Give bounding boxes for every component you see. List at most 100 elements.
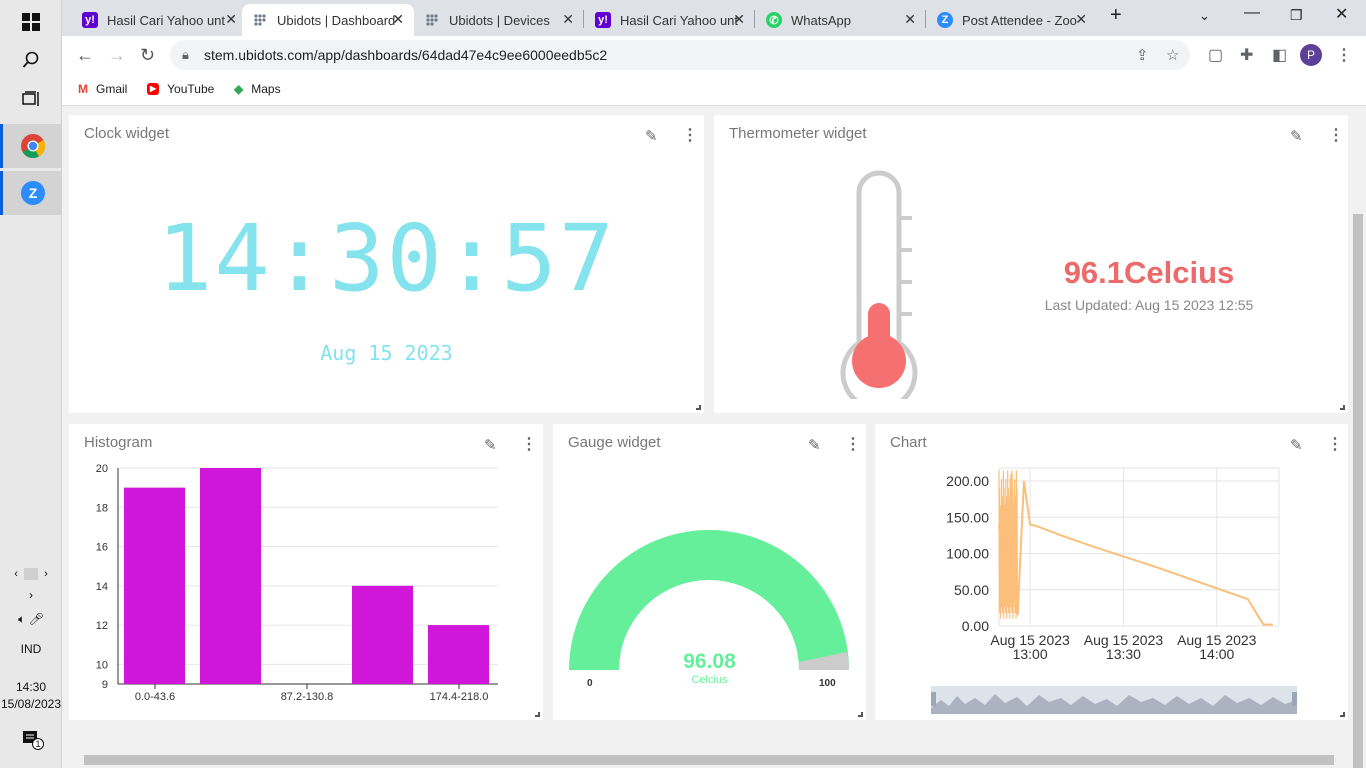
bookmark-youtube[interactable]: ▶ YouTube <box>147 82 214 96</box>
tab-title: Post Attendee - Zoo <box>962 12 1077 28</box>
close-icon[interactable]: ✕ <box>733 11 745 28</box>
histogram-widget[interactable]: Histogram ✎ ⋮ 9 10 12 14 16 18 20 0.0-43.6 87.2-… <box>69 424 543 720</box>
tab-whatsapp[interactable]: ✆ WhatsApp ✕ <box>756 4 926 36</box>
line-chart: 0.0050.00100.00150.00200.00Aug 15 202313… <box>946 467 1280 662</box>
resize-handle[interactable] <box>1340 712 1345 717</box>
y-tick-label: 20 <box>96 463 108 475</box>
bookmark-label: Gmail <box>96 82 128 96</box>
clock-time[interactable]: 14:30 <box>0 680 62 694</box>
bookmark-star-icon[interactable]: ☆ <box>1166 46 1179 64</box>
zoom-icon[interactable]: Z <box>0 171 62 215</box>
tab-separator <box>925 10 926 28</box>
clock-time-display: 14:30:57 <box>156 205 617 312</box>
vertical-scrollbar[interactable] <box>1350 106 1366 768</box>
chart-widget[interactable]: Chart ✎ ⋮ 0.00 50.00 100.00 150.00 200.00 Aug… <box>875 424 1348 720</box>
last-updated-text: Last Updated: Aug 15 2023 12:55 <box>1044 297 1254 313</box>
maps-icon: ◆ <box>234 82 244 96</box>
reload-icon[interactable]: ↻ <box>140 45 155 66</box>
profile-avatar[interactable]: P <box>1300 44 1322 66</box>
more-options-icon[interactable]: ⋮ <box>1328 125 1344 145</box>
window-close-icon[interactable]: ✕ <box>1335 4 1348 24</box>
forward-icon[interactable]: → <box>108 45 126 66</box>
resize-handle[interactable] <box>696 405 701 410</box>
tab-title: Hasil Cari Yahoo unt <box>107 12 226 28</box>
tab-yahoo-1[interactable]: y! Hasil Cari Yahoo unt ✕ <box>72 4 247 36</box>
gauge-value: 96.08 <box>683 650 736 673</box>
side-panel-icon[interactable]: ◧ <box>1272 45 1287 65</box>
close-icon[interactable]: ✕ <box>1075 11 1087 28</box>
histogram-bar <box>352 585 413 684</box>
y-tick-label: 100.00 <box>946 546 989 562</box>
resize-handle[interactable] <box>858 712 863 717</box>
clock-date-display: Aug 15 2023 <box>320 341 453 365</box>
bookmarks-bar: M Gmail ▶ YouTube ◆ Maps <box>62 74 1366 106</box>
tray-scroll-arrows[interactable]: ‹ › <box>0 568 62 581</box>
url-text[interactable]: stem.ubidots.com/app/dashboards/64dad47e… <box>204 47 607 63</box>
thermometer-widget[interactable]: Thermometer widget ✎ ⋮ 96.1Celcius Last … <box>714 115 1348 413</box>
ubidots-icon <box>424 12 440 28</box>
menu-kebab-icon[interactable]: ⋮ <box>1336 45 1352 65</box>
scrollbar-thumb[interactable] <box>84 755 1334 765</box>
tab-yahoo-2[interactable]: y! Hasil Cari Yahoo unt ✕ <box>585 4 755 36</box>
volume-icon[interactable]: 🔈︎ 🎤︎ <box>0 612 62 627</box>
close-icon[interactable]: ✕ <box>225 11 237 28</box>
extension-box-icon[interactable]: ▢ <box>1208 45 1223 65</box>
histogram-bar <box>428 625 489 684</box>
close-icon[interactable]: ✕ <box>904 11 916 28</box>
notification-icon[interactable]: 1 <box>0 730 62 751</box>
bookmark-gmail[interactable]: M Gmail <box>78 82 127 96</box>
new-tab-icon[interactable]: + <box>1110 4 1122 27</box>
tab-separator <box>583 10 584 28</box>
edit-pencil-icon[interactable]: ✎ <box>1290 127 1303 145</box>
language-indicator[interactable]: IND <box>0 642 62 656</box>
x-tick-label: 0.0-43.6 <box>135 691 175 703</box>
windows-taskbar: Z ‹ › › 🔈︎ 🎤︎ IND 14:30 15/08/2023 1 <box>0 0 62 768</box>
close-icon[interactable]: ✕ <box>392 11 404 28</box>
thermometer-value: 96.1Celcius <box>1063 255 1235 290</box>
close-icon[interactable]: ✕ <box>562 11 574 28</box>
widget-title: Clock widget <box>84 125 170 142</box>
back-icon[interactable]: ← <box>76 45 94 66</box>
bookmark-maps[interactable]: ◆ Maps <box>234 82 281 96</box>
y-tick-label: 14 <box>96 581 108 593</box>
browser-toolbar: ← → ↻ 🔒︎ stem.ubidots.com/app/dashboards… <box>62 36 1366 74</box>
clock-date[interactable]: 15/08/2023 <box>0 697 62 711</box>
tray-chevron-icon[interactable]: › <box>0 588 62 602</box>
task-view-icon[interactable] <box>0 77 62 121</box>
resize-handle[interactable] <box>535 712 540 717</box>
widget-title: Thermometer widget <box>729 125 867 142</box>
y-tick-label: 50.00 <box>954 582 989 598</box>
extensions-puzzle-icon[interactable]: ✚ <box>1240 45 1253 65</box>
tab-ubidots-dashboard[interactable]: Ubidots | Dashboard ✕ <box>242 4 414 36</box>
tab-zoom[interactable]: Z Post Attendee - Zoo ✕ <box>927 4 1097 36</box>
bookmark-label: Maps <box>251 82 281 96</box>
more-options-icon[interactable]: ⋮ <box>682 125 698 145</box>
restore-icon[interactable]: ❐ <box>1290 7 1303 24</box>
histogram-bar <box>124 487 185 684</box>
scrollbar-thumb[interactable] <box>1353 214 1363 768</box>
share-icon[interactable]: ⇪ <box>1136 46 1149 64</box>
tab-ubidots-devices[interactable]: Ubidots | Devices ✕ <box>414 4 584 36</box>
whatsapp-icon: ✆ <box>766 12 782 28</box>
horizontal-scrollbar[interactable] <box>62 752 1352 768</box>
resize-handle[interactable] <box>1340 405 1345 410</box>
dashboard-content: Clock widget ✎ ⋮ 14:30:57 Aug 15 2023 Th… <box>62 106 1366 768</box>
minimize-icon[interactable]: — <box>1244 4 1260 22</box>
histogram-bar <box>200 468 261 684</box>
thermometer-graphic <box>840 170 918 399</box>
edit-pencil-icon[interactable]: ✎ <box>645 127 658 145</box>
y-tick-label: 18 <box>96 502 108 514</box>
y-tick-label: 150.00 <box>946 509 989 525</box>
range-handle-right <box>1292 692 1297 706</box>
tab-search-chevron-icon[interactable]: ⌄ <box>1199 8 1210 24</box>
gauge-min-label: 0 <box>587 678 593 689</box>
range-selector[interactable] <box>931 686 1297 714</box>
gauge-widget[interactable]: Gauge widget ✎ ⋮ 96.08 Celcius 0 100 <box>553 424 866 720</box>
lock-icon[interactable]: 🔒︎ <box>182 47 189 63</box>
search-icon[interactable] <box>0 38 62 82</box>
y-tick-label: 9 <box>102 679 108 691</box>
address-bar[interactable]: 🔒︎ stem.ubidots.com/app/dashboards/64dad… <box>170 40 1190 70</box>
yahoo-icon: y! <box>595 12 611 28</box>
chrome-icon[interactable] <box>0 124 62 168</box>
clock-widget[interactable]: Clock widget ✎ ⋮ 14:30:57 Aug 15 2023 <box>69 115 704 413</box>
